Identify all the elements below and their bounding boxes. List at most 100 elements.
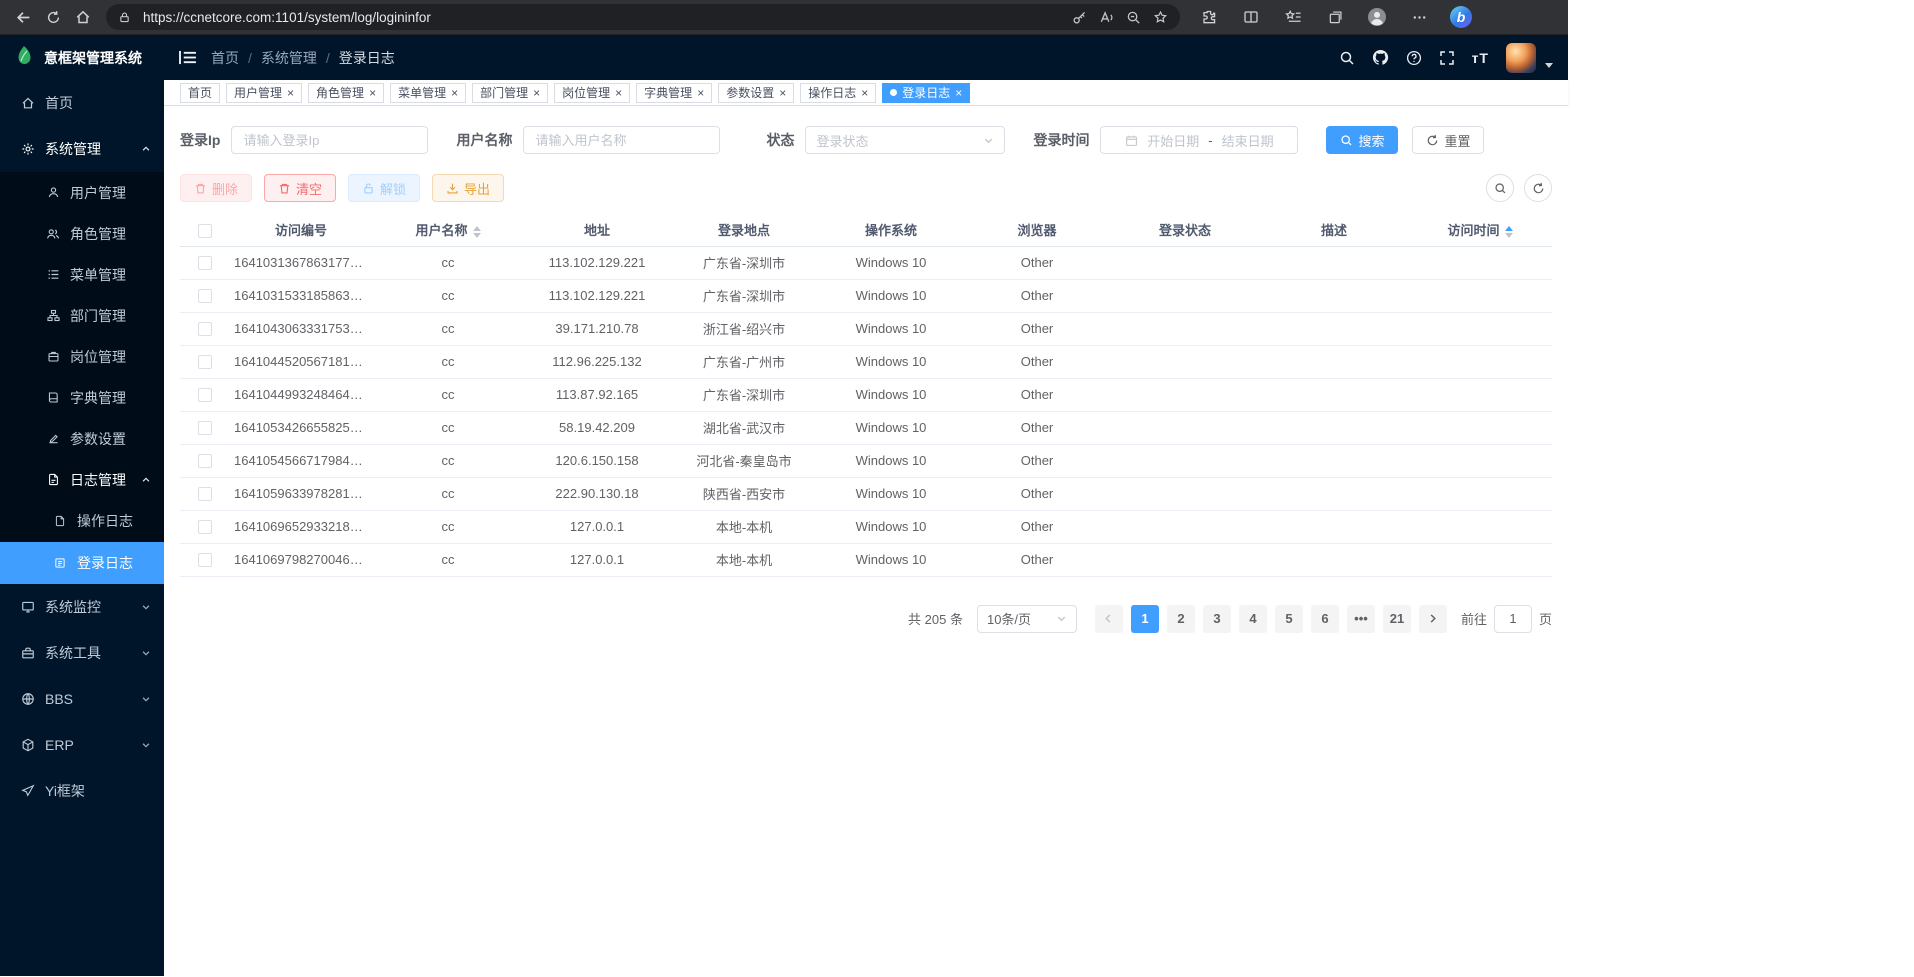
row-checkbox[interactable] — [198, 256, 212, 270]
sidebar-item-param-settings[interactable]: 参数设置 — [0, 418, 164, 459]
sidebar-item-dept-mgmt[interactable]: 部门管理 — [0, 295, 164, 336]
favorites-icon[interactable] — [1278, 3, 1308, 31]
select-all-checkbox[interactable] — [198, 224, 212, 238]
more-menu-icon[interactable] — [1404, 3, 1434, 31]
goto-page-input[interactable] — [1494, 605, 1532, 633]
font-size-icon[interactable]: тT — [1472, 50, 1489, 66]
login-time-range-picker[interactable]: 开始日期 - 结束日期 — [1100, 126, 1298, 154]
sidebar-item-system-tools[interactable]: 系统工具 — [0, 630, 164, 676]
close-icon[interactable] — [369, 87, 376, 99]
cell-os: Windows 10 — [818, 279, 964, 312]
close-icon[interactable] — [697, 87, 704, 99]
close-icon[interactable] — [451, 87, 458, 99]
password-key-icon[interactable] — [1072, 10, 1087, 25]
next-page-button[interactable] — [1419, 605, 1447, 633]
sidebar-item-bbs[interactable]: BBS — [0, 676, 164, 722]
page-button[interactable]: 4 — [1239, 605, 1267, 633]
row-checkbox[interactable] — [198, 553, 212, 567]
sidebar-item-home[interactable]: 首页 — [0, 80, 164, 126]
page-button[interactable]: 5 — [1275, 605, 1303, 633]
tab[interactable]: 操作日志 — [800, 83, 876, 103]
page-button[interactable]: 6 — [1311, 605, 1339, 633]
prev-page-button[interactable] — [1095, 605, 1123, 633]
collections-icon[interactable] — [1320, 3, 1350, 31]
browser-profile-avatar[interactable] — [1362, 3, 1392, 31]
sidebar-item-role-mgmt[interactable]: 角色管理 — [0, 213, 164, 254]
header-search-icon[interactable] — [1339, 50, 1355, 66]
sidebar-item-operation-log[interactable]: 操作日志 — [0, 500, 164, 542]
toggle-search-button[interactable] — [1486, 174, 1514, 202]
sidebar-item-post-mgmt[interactable]: 岗位管理 — [0, 336, 164, 377]
page-size-select[interactable]: 10条/页 — [977, 605, 1077, 633]
add-favorite-icon[interactable] — [1153, 10, 1168, 25]
sidebar-item-login-log[interactable]: 登录日志 — [0, 542, 164, 584]
tab[interactable]: 菜单管理 — [390, 83, 466, 103]
tab[interactable]: 字典管理 — [636, 83, 712, 103]
fullscreen-icon[interactable] — [1439, 50, 1455, 66]
tab[interactable]: 首页 — [180, 83, 220, 103]
sidebar-item-system-monitor[interactable]: 系统监控 — [0, 584, 164, 630]
clear-button[interactable]: 清空 — [264, 174, 336, 202]
sidebar-item-user-mgmt[interactable]: 用户管理 — [0, 172, 164, 213]
row-checkbox[interactable] — [198, 322, 212, 336]
row-checkbox[interactable] — [198, 454, 212, 468]
row-checkbox[interactable] — [198, 421, 212, 435]
close-icon[interactable] — [955, 87, 962, 99]
extensions-icon[interactable] — [1194, 3, 1224, 31]
page-button[interactable]: 3 — [1203, 605, 1231, 633]
sidebar-item-system-mgmt[interactable]: 系统管理 — [0, 126, 164, 172]
sidebar-item-erp[interactable]: ERP — [0, 722, 164, 768]
close-icon[interactable] — [779, 87, 786, 99]
tab[interactable]: 岗位管理 — [554, 83, 630, 103]
close-icon[interactable] — [533, 87, 540, 99]
home-button[interactable] — [68, 3, 98, 31]
site-permissions-icon[interactable] — [118, 11, 131, 24]
back-button[interactable] — [8, 3, 38, 31]
breadcrumb-system-mgmt[interactable]: 系统管理 — [261, 48, 317, 68]
status-select[interactable]: 登录状态 — [805, 126, 1005, 154]
page-button[interactable]: 21 — [1383, 605, 1411, 633]
tab[interactable]: 角色管理 — [308, 83, 384, 103]
sort-caret-icon[interactable] — [1505, 226, 1513, 238]
tab[interactable]: 部门管理 — [472, 83, 548, 103]
github-icon[interactable] — [1372, 49, 1389, 66]
bing-chat-icon[interactable]: b — [1446, 3, 1476, 31]
breadcrumb-home[interactable]: 首页 — [211, 48, 239, 68]
user-name-input[interactable] — [523, 126, 720, 154]
page-button[interactable]: 2 — [1167, 605, 1195, 633]
page-button[interactable]: 1 — [1131, 605, 1159, 633]
read-aloud-icon[interactable] — [1099, 10, 1114, 25]
refresh-table-button[interactable] — [1524, 174, 1552, 202]
split-screen-icon[interactable] — [1236, 3, 1266, 31]
page-button[interactable]: ••• — [1347, 605, 1375, 633]
search-button[interactable]: 搜索 — [1326, 126, 1398, 154]
sidebar-toggle-icon[interactable] — [179, 50, 196, 65]
cell-login-location: 浙江省-绍兴市 — [670, 312, 818, 345]
close-icon[interactable] — [861, 87, 868, 99]
row-checkbox[interactable] — [198, 487, 212, 501]
login-ip-input[interactable] — [231, 126, 428, 154]
row-checkbox[interactable] — [198, 388, 212, 402]
sidebar-item-dict-mgmt[interactable]: 字典管理 — [0, 377, 164, 418]
address-bar[interactable]: https://ccnetcore.com:1101/system/log/lo… — [106, 4, 1180, 30]
tab[interactable]: 用户管理 — [226, 83, 302, 103]
help-icon[interactable] — [1406, 50, 1422, 66]
reset-button[interactable]: 重置 — [1412, 126, 1484, 154]
close-icon[interactable] — [287, 87, 294, 99]
tab[interactable]: 登录日志 — [882, 83, 970, 103]
export-button[interactable]: 导出 — [432, 174, 504, 202]
close-icon[interactable] — [615, 87, 622, 99]
sidebar-item-menu-mgmt[interactable]: 菜单管理 — [0, 254, 164, 295]
cell-user-name: cc — [372, 477, 524, 510]
row-checkbox[interactable] — [198, 520, 212, 534]
app-logo[interactable]: 意框架管理系统 — [0, 35, 164, 80]
user-avatar[interactable] — [1506, 43, 1536, 73]
refresh-page-button[interactable] — [38, 3, 68, 31]
zoom-icon[interactable] — [1126, 10, 1141, 25]
sort-caret-icon[interactable] — [473, 226, 481, 238]
sidebar-item-log-mgmt[interactable]: 日志管理 — [0, 459, 164, 500]
sidebar-item-yi-framework[interactable]: Yi框架 — [0, 768, 164, 814]
row-checkbox[interactable] — [198, 289, 212, 303]
row-checkbox[interactable] — [198, 355, 212, 369]
tab[interactable]: 参数设置 — [718, 83, 794, 103]
